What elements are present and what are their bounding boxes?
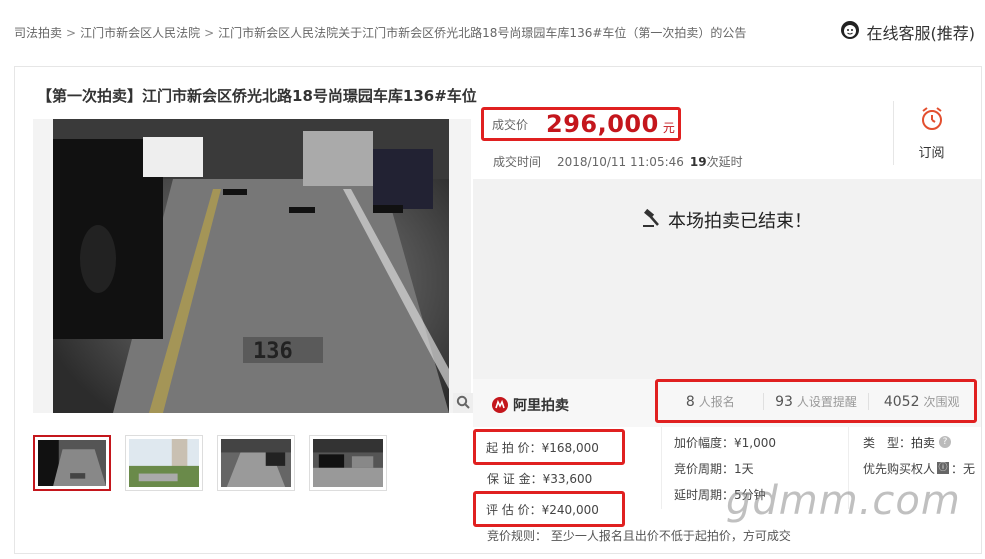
auction-ended-text: 本场拍卖已结束！ [668, 211, 812, 232]
delay-label: 次延时 [706, 155, 743, 169]
deal-time: 成交时间 2018/10/11 11:05:46 19次延时 [493, 153, 743, 170]
terms-column-1: 起 拍 价：¥168,000 保 证 金：¥33,600 评 估 价：¥240,… [473, 429, 661, 527]
page-title: 【第一次拍卖】江门市新会区侨光北路18号尚璟园车库136#车位 [37, 87, 477, 105]
platform-name: 阿里拍卖 [513, 398, 569, 414]
stat-reminders-value: 93 [775, 393, 793, 410]
priority-value: ：无 [951, 461, 976, 476]
help-icon[interactable]: ? [939, 436, 952, 448]
breadcrumb-item-notice[interactable]: 江门市新会区人民法院关于江门市新会区侨光北路18号尚璟园车库136#车位（第一次… [218, 26, 746, 40]
breadcrumb-separator: > [204, 26, 215, 40]
breadcrumb-separator: > [66, 26, 77, 40]
type-row: 类 型： 拍卖 ? [863, 429, 981, 455]
deposit-row: 保 证 金：¥33,600 [487, 471, 593, 486]
deal-price-value: 296,000 [546, 110, 659, 138]
stat-registered: 8 人报名 [658, 392, 764, 410]
stat-registered-value: 8 [685, 393, 695, 410]
terms-column-3: 类 型： 拍卖 ? 优先购买权人 ⓘ ：无 [863, 427, 981, 481]
appraisal-price-box: 评 估 价：¥240,000 [473, 491, 625, 527]
auction-status-panel: 本场拍卖已结束！ [473, 179, 981, 379]
deal-price-label: 成交价 [492, 117, 529, 132]
watermark: gdmm.com [726, 478, 961, 524]
priority-info-icon[interactable]: ⓘ [937, 462, 950, 474]
subscribe-button[interactable]: 订阅 [893, 101, 969, 165]
delay-count: 19 [689, 155, 707, 169]
deal-time-value: 2018/10/11 11:05:46 [557, 155, 684, 169]
stat-reminders-label: 人设置提醒 [796, 394, 857, 409]
parking-space-photo: 136 [53, 119, 449, 413]
main-photo[interactable]: 136 [33, 119, 471, 413]
deal-price-unit: 元 [662, 120, 675, 135]
type-value: 拍卖 [911, 435, 936, 450]
thumbnail-2[interactable] [125, 435, 203, 491]
breadcrumb: 司法拍卖 > 江门市新会区人民法院 > 江门市新会区人民法院关于江门市新会区侨光北路18… [14, 24, 746, 41]
alarm-clock-icon [919, 106, 945, 136]
bidding-rules: 竞价规则： 至少一人报名且出价不低于起拍价，方可成交 [487, 529, 791, 543]
auction-ended-message: 本场拍卖已结束！ [642, 207, 812, 233]
thumbnail-1[interactable] [33, 435, 111, 491]
stats-box: 8 人报名 93 人设置提醒 4052 次围观 [655, 379, 977, 423]
thumbnail-strip [33, 435, 387, 491]
zoom-button[interactable] [453, 393, 473, 413]
priority-label: 优先购买权人 [863, 461, 936, 476]
stat-reminders: 93 人设置提醒 [764, 392, 870, 410]
stat-views-label: 次围观 [923, 394, 960, 409]
stat-views-value: 4052 [883, 393, 920, 410]
thumbnail-3[interactable] [217, 435, 295, 491]
stats-bar: 阿里拍卖 8 人报名 93 人设置提醒 4052 次围观 [473, 379, 981, 427]
type-label: 类 型： [863, 435, 912, 450]
increment-row: 加价幅度：¥1,000 [674, 435, 776, 450]
stat-registered-label: 人报名 [698, 394, 735, 409]
svg-text:136: 136 [253, 339, 293, 364]
breadcrumb-item-court[interactable]: 江门市新会区人民法院 [80, 26, 200, 40]
deal-time-label: 成交时间 [493, 155, 542, 169]
magnifier-icon [456, 394, 470, 413]
stat-views: 4052 次围观 [869, 393, 974, 410]
start-price-box: 起 拍 价：¥168,000 [473, 429, 625, 465]
gavel-icon [642, 208, 662, 233]
ali-auction-logo-mark [492, 397, 508, 413]
deal-price-box: 成交价 296,000 元 [481, 107, 681, 141]
breadcrumb-item-judicial-auction[interactable]: 司法拍卖 [14, 26, 62, 40]
ali-auction-logo: 阿里拍卖 [491, 395, 569, 415]
online-service-label: 在线客服(推荐) [866, 24, 976, 43]
thumbnail-4[interactable] [309, 435, 387, 491]
online-service-link[interactable]: 在线客服(推荐) [839, 19, 976, 45]
customer-service-icon [839, 19, 861, 45]
subscribe-label: 订阅 [918, 145, 945, 161]
